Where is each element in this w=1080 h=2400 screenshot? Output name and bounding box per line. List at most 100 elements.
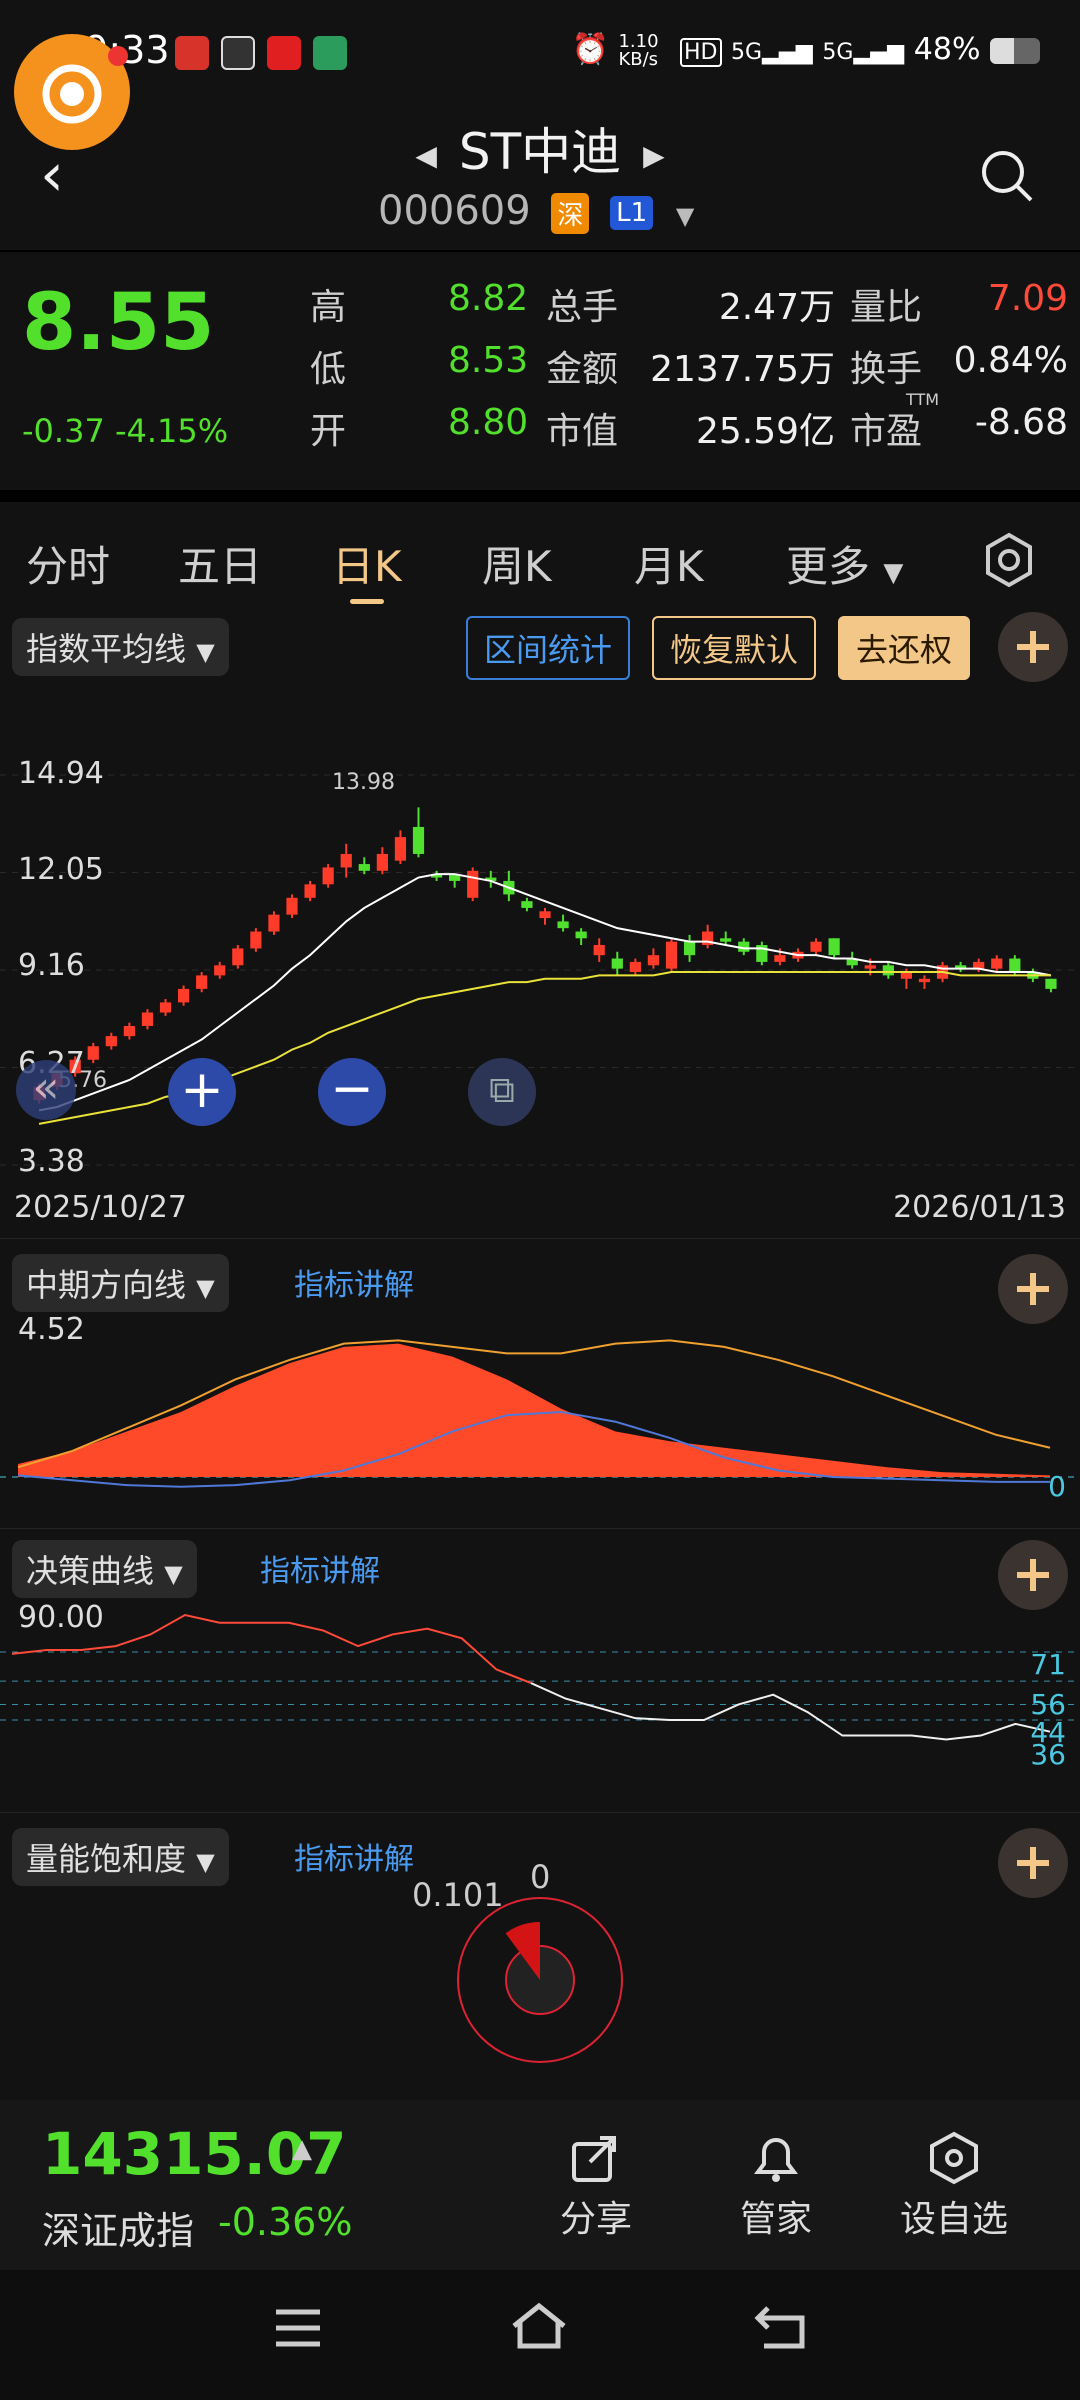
saturation-gauge — [457, 1897, 623, 2063]
market-cap-value: 25.59亿 — [695, 411, 835, 452]
manager-button[interactable]: 管家 — [734, 2130, 818, 2242]
tab-daily-k[interactable]: 日K — [332, 533, 402, 594]
indicator-2-explain-link[interactable]: 指标讲解 — [294, 1260, 414, 1304]
copy-icon[interactable]: ⧉ — [468, 1058, 536, 1126]
index-change: -0.36% — [218, 2200, 353, 2244]
low-label: 低 — [310, 349, 347, 390]
volume-value: 2.47万 — [718, 287, 835, 328]
candle — [539, 911, 551, 919]
share-label: 分享 — [559, 2199, 632, 2240]
indicator-select-4[interactable]: 量能饱和度 ▼ — [12, 1828, 229, 1886]
tab-monthly-k[interactable]: 月K — [634, 533, 704, 594]
indicator-4-label: 量能饱和度 — [26, 1840, 187, 1878]
indicator-label: 指数平均线 — [26, 630, 187, 668]
zoom-out-icon[interactable]: − — [318, 1058, 386, 1126]
candle — [991, 958, 1003, 969]
indicator-select[interactable]: 指数平均线 ▼ — [12, 618, 229, 676]
dropdown-icon[interactable]: ▼ — [676, 202, 694, 230]
status-bar: 09:33 ⏰ 1.10 KB/s HD 5G▂▄▆ 5G▂▄▆ 48% — [0, 0, 1080, 110]
candle — [629, 961, 641, 973]
candle — [105, 1036, 117, 1047]
candle — [611, 958, 623, 969]
direction-line-chart — [0, 1339, 1080, 1488]
search-icon[interactable] — [979, 148, 1035, 204]
tab-intraday[interactable]: 分时 — [26, 533, 110, 594]
date-start: 2025/10/27 — [14, 1190, 187, 1225]
battery-level: 48% — [913, 32, 981, 67]
candle — [214, 965, 226, 976]
divider — [0, 1238, 1080, 1239]
indicator-select-3[interactable]: 决策曲线 ▼ — [12, 1540, 197, 1598]
system-back-icon[interactable] — [754, 2302, 810, 2356]
saturation-value-2: 0 — [530, 1858, 551, 1896]
pe-value: -8.68 — [974, 402, 1068, 443]
prev-stock-icon[interactable]: ◀ — [415, 139, 437, 172]
candle — [1045, 978, 1057, 989]
indicator-3-explain-link[interactable]: 指标讲解 — [260, 1546, 380, 1590]
indicator-4-explain-link[interactable]: 指标讲解 — [294, 1834, 414, 1878]
pe-ttm-sup: TTM — [906, 390, 940, 409]
app-icon — [313, 36, 347, 70]
candle — [159, 1002, 172, 1013]
zoom-in-icon[interactable]: + — [168, 1058, 236, 1126]
candle — [304, 884, 316, 898]
low-value: 8.53 — [448, 340, 529, 381]
turnover-label: 换手 — [850, 349, 923, 390]
chevron-down-icon: ▼ — [164, 1560, 183, 1588]
amount-value: 2137.75万 — [650, 349, 835, 390]
pe-label: 市盈 — [850, 411, 923, 452]
kline-chart[interactable] — [0, 700, 1080, 1230]
system-nav-bar — [0, 2270, 1080, 2400]
scroll-left-icon[interactable]: « — [16, 1060, 76, 1120]
tab-weekly-k[interactable]: 周K — [482, 533, 552, 594]
app-icon — [175, 36, 209, 70]
share-icon — [572, 2136, 616, 2182]
candle — [575, 931, 587, 939]
next-stock-icon[interactable]: ▶ — [643, 139, 665, 172]
open-value: 8.80 — [448, 402, 529, 443]
candle — [720, 938, 732, 942]
change-pct: -4.15% — [114, 412, 229, 450]
tab-more[interactable]: 更多 ▼ — [786, 533, 903, 594]
candle — [1009, 958, 1021, 973]
level-71: 71 — [1030, 1648, 1066, 1681]
home-icon[interactable] — [508, 2300, 570, 2356]
y-tick-3: 9.16 — [18, 948, 85, 983]
quote-panel: 8.55 -0.37 -4.15% 高 8.82 低 8.53 开 8.80 总… — [0, 252, 1080, 488]
peak-price-label: 13.98 — [332, 770, 395, 795]
chevron-down-icon: ▼ — [196, 1274, 215, 1302]
share-button[interactable]: 分享 — [556, 2130, 636, 2242]
amount-label: 金额 — [546, 349, 619, 390]
candle — [358, 864, 370, 871]
divider — [0, 490, 1080, 502]
settings-gear-icon[interactable] — [980, 531, 1038, 593]
candle — [87, 1046, 99, 1060]
stock-code: 000609 — [378, 188, 531, 234]
tab-five-day[interactable]: 五日 — [178, 533, 262, 594]
y-tick-5: 3.38 — [18, 1144, 85, 1179]
active-tab-indicator — [350, 599, 384, 604]
price-change: -0.37 -4.15% — [22, 412, 228, 450]
candle — [467, 870, 479, 898]
net-speed: 1.10 KB/s — [618, 30, 659, 70]
signal-5g-2: 5G — [822, 40, 854, 65]
date-end: 2026/01/13 — [893, 1190, 1066, 1225]
indicator-3-label: 决策曲线 — [26, 1552, 155, 1590]
alarm-icon: ⏰ — [571, 32, 609, 67]
add-watchlist-button[interactable]: 设自选 — [892, 2130, 1016, 2242]
candle — [394, 837, 407, 861]
volume-label: 总手 — [546, 287, 619, 328]
indicator-2-label: 中期方向线 — [26, 1266, 187, 1304]
bell-icon — [754, 2138, 798, 2182]
restore-default-button[interactable]: 恢复默认 — [652, 616, 817, 680]
menu-icon[interactable] — [272, 2306, 324, 2354]
status-app-icons — [175, 36, 359, 74]
expand-chart-icon[interactable] — [998, 612, 1068, 682]
range-stats-button[interactable]: 区间统计 — [466, 616, 631, 680]
last-price: 8.55 — [22, 278, 215, 368]
expand-panel-4-icon[interactable] — [998, 1828, 1068, 1898]
candle — [810, 941, 822, 952]
high-value: 8.82 — [448, 278, 529, 319]
adjust-price-button[interactable]: 去还权 — [838, 616, 971, 680]
index-up-icon: ▲ — [292, 2134, 312, 2164]
